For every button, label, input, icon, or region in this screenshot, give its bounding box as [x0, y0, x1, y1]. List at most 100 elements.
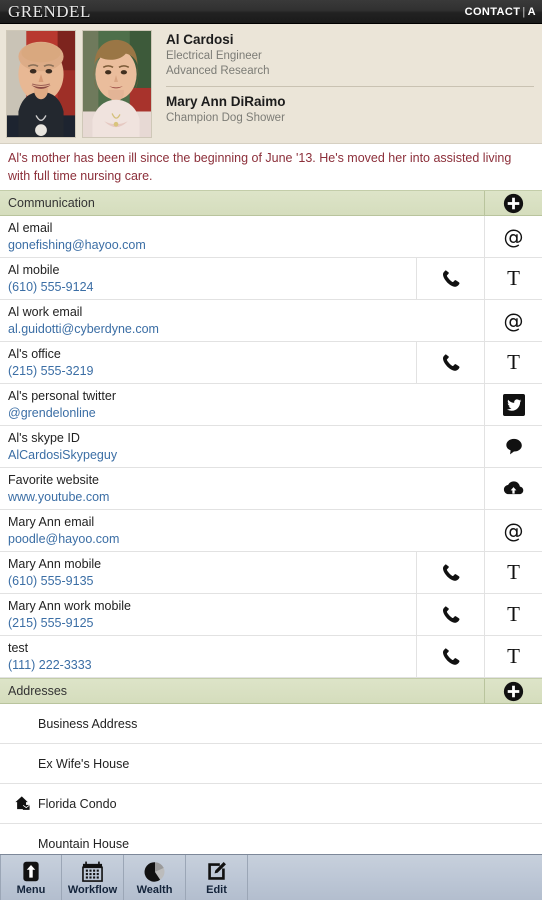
communication-row[interactable]: Mary Ann email poodle@hayoo.com @	[0, 510, 542, 552]
phone-icon	[439, 603, 463, 627]
row-value[interactable]: (215) 555-3219	[8, 363, 408, 380]
contact-note[interactable]: Al's mother has been ill since the begin…	[0, 144, 542, 190]
email-action-button[interactable]: @	[484, 216, 542, 257]
row-value[interactable]: poodle@hayoo.com	[8, 531, 476, 548]
person-entry[interactable]: Al Cardosi Electrical Engineer Advanced …	[166, 32, 534, 82]
text-action-button[interactable]: T	[484, 636, 542, 677]
phone-icon	[439, 645, 463, 669]
avatar-al-cardosi[interactable]	[6, 30, 76, 138]
text-icon: T	[507, 266, 520, 290]
text-action-button[interactable]: T	[484, 552, 542, 593]
communication-row[interactable]: Al work email al.guidotti@cyberdyne.com …	[0, 300, 542, 342]
row-labels: Mary Ann email poodle@hayoo.com	[0, 510, 484, 551]
toolbar-label: Menu	[16, 883, 46, 896]
text-icon: T	[507, 350, 520, 374]
toolbar-button-menu[interactable]: Menu	[0, 855, 62, 900]
call-action-button[interactable]	[416, 552, 484, 593]
communication-row[interactable]: Al's office (215) 555-3219 T	[0, 342, 542, 384]
row-label: Mary Ann mobile	[8, 557, 102, 571]
row-value[interactable]: al.guidotti@cyberdyne.com	[8, 321, 476, 338]
address-icon-slot	[8, 795, 36, 812]
person-name: Al Cardosi	[166, 32, 234, 47]
email-action-button[interactable]: @	[484, 300, 542, 341]
person-title: Electrical Engineer	[166, 49, 262, 62]
text-icon: T	[507, 644, 520, 668]
skype-action-button[interactable]	[484, 426, 542, 467]
row-labels: Mary Ann work mobile (215) 555-9125	[0, 594, 416, 635]
row-label: Al email	[8, 221, 53, 235]
communication-row[interactable]: Favorite website www.youtube.com	[0, 468, 542, 510]
row-label: Mary Ann work mobile	[8, 599, 131, 613]
address-row[interactable]: Florida Condo	[0, 784, 542, 824]
row-value[interactable]: AlCardosiSkypeguy	[8, 447, 476, 464]
row-labels: Favorite website www.youtube.com	[0, 468, 484, 509]
top-nav: CONTACT | A	[465, 6, 536, 18]
avatar-mary-ann-diraimo[interactable]	[82, 30, 152, 138]
home-icon	[14, 795, 31, 812]
row-labels: Al mobile (610) 555-9124	[0, 258, 416, 299]
address-label: Business Address	[38, 716, 138, 731]
add-address-button[interactable]	[484, 679, 542, 703]
row-value[interactable]: (610) 555-9124	[8, 279, 408, 296]
row-value[interactable]: www.youtube.com	[8, 489, 476, 506]
phone-icon	[439, 561, 463, 585]
call-action-button[interactable]	[416, 594, 484, 635]
phone-icon	[439, 351, 463, 375]
toolbar-empty-space	[248, 855, 542, 900]
address-row[interactable]: Business Address	[0, 704, 542, 744]
address-row[interactable]: Mountain House	[0, 824, 542, 854]
row-labels: Al's personal twitter @grendelonline	[0, 384, 484, 425]
section-header-communication: Communication	[0, 190, 542, 216]
text-action-button[interactable]: T	[484, 342, 542, 383]
text-action-button[interactable]: T	[484, 594, 542, 635]
app-logo: GRENDEL	[8, 1, 91, 21]
row-value[interactable]: (610) 555-9135	[8, 573, 408, 590]
nav-separator: |	[522, 5, 526, 18]
row-label: Mary Ann email	[8, 515, 95, 529]
pencil-square-icon	[206, 861, 227, 883]
nav-secondary-link[interactable]: A	[528, 6, 536, 18]
row-value[interactable]: (215) 555-9125	[8, 615, 408, 632]
toolbar-button-workflow[interactable]: Workflow	[62, 855, 124, 900]
row-value[interactable]: gonefishing@hayoo.com	[8, 237, 476, 254]
call-action-button[interactable]	[416, 258, 484, 299]
person-entry[interactable]: Mary Ann DiRaimo Champion Dog Shower	[166, 85, 534, 129]
row-value[interactable]: @grendelonline	[8, 405, 476, 422]
row-label: Al's personal twitter	[8, 389, 116, 403]
contact-detail-screen: GRENDEL CONTACT | A Al Cardosi Electrica…	[0, 0, 542, 900]
at-icon: @	[503, 308, 524, 333]
pie-chart-icon	[144, 861, 166, 883]
website-action-button[interactable]	[484, 468, 542, 509]
email-action-button[interactable]: @	[484, 510, 542, 551]
nav-contact-link[interactable]: CONTACT	[465, 6, 521, 18]
row-label: Al work email	[8, 305, 83, 319]
profile-header: Al Cardosi Electrical Engineer Advanced …	[0, 24, 542, 144]
communication-row[interactable]: Mary Ann work mobile (215) 555-9125 T	[0, 594, 542, 636]
text-icon: T	[507, 560, 520, 584]
phone-icon	[439, 267, 463, 291]
toolbar-button-edit[interactable]: Edit	[186, 855, 248, 900]
address-row[interactable]: Ex Wife's House	[0, 744, 542, 784]
sections-scroll-area[interactable]: Communication Al email gonefishing@hayoo…	[0, 190, 542, 854]
text-action-button[interactable]: T	[484, 258, 542, 299]
call-action-button[interactable]	[416, 342, 484, 383]
communication-row[interactable]: Al's personal twitter @grendelonline	[0, 384, 542, 426]
communication-row[interactable]: Al email gonefishing@hayoo.com @	[0, 216, 542, 258]
call-action-button[interactable]	[416, 636, 484, 677]
person-name: Mary Ann DiRaimo	[166, 93, 286, 109]
add-communication-button[interactable]	[484, 191, 542, 215]
twitter-action-button[interactable]	[484, 384, 542, 425]
row-label: test	[8, 641, 29, 655]
communication-row[interactable]: Al's skype ID AlCardosiSkypeguy	[0, 426, 542, 468]
row-label: Al's office	[8, 347, 61, 361]
address-label: Ex Wife's House	[38, 756, 130, 771]
at-icon: @	[503, 224, 524, 249]
row-value[interactable]: (111) 222-3333	[8, 657, 408, 674]
top-bar: GRENDEL CONTACT | A	[0, 0, 542, 24]
at-icon: @	[503, 518, 524, 543]
address-label: Mountain House	[38, 836, 130, 851]
toolbar-button-wealth[interactable]: Wealth	[124, 855, 186, 900]
communication-row[interactable]: test (111) 222-3333 T	[0, 636, 542, 678]
communication-row[interactable]: Mary Ann mobile (610) 555-9135 T	[0, 552, 542, 594]
communication-row[interactable]: Al mobile (610) 555-9124 T	[0, 258, 542, 300]
